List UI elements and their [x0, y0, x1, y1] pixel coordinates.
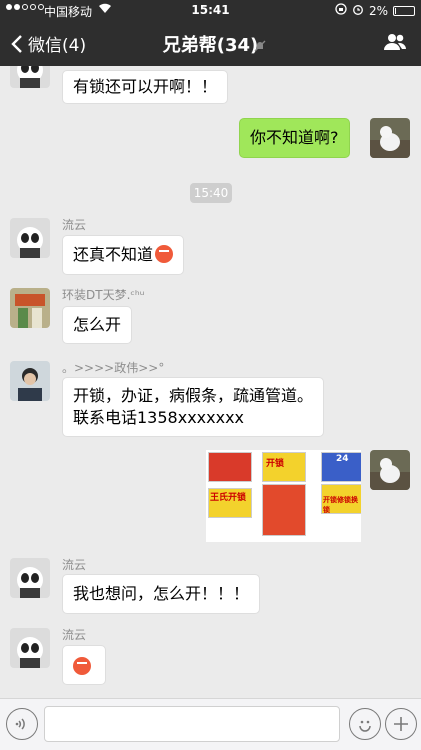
- ad-text: 开锁: [266, 459, 285, 469]
- plus-icon: [394, 717, 408, 731]
- my-avatar[interactable]: [370, 450, 410, 490]
- sender-name: 流云: [62, 558, 87, 572]
- ad-text: 开锁修锁换锁: [323, 496, 358, 514]
- sender-name: 流云: [62, 218, 87, 232]
- sender-name: 流云: [62, 628, 87, 642]
- message-bubble-mine[interactable]: 你不知道啊?: [239, 118, 350, 158]
- my-avatar[interactable]: [370, 118, 410, 158]
- smile-icon: [359, 720, 371, 732]
- ad-thumbnail: [208, 452, 252, 482]
- message-text-line: 联系电话1358xxxxxxx: [73, 408, 245, 427]
- bell-off-icon: [254, 37, 266, 56]
- emoji-icon: [155, 245, 174, 263]
- people-icon: [384, 34, 407, 50]
- voice-icon: [15, 718, 25, 730]
- avatar[interactable]: [10, 218, 50, 258]
- ad-text: 24: [336, 454, 349, 464]
- sender-name: 环装DT天梦.ᶜʰᵘ: [62, 288, 145, 302]
- message-bubble[interactable]: 还真不知道: [62, 235, 185, 275]
- avatar[interactable]: [10, 66, 50, 88]
- emoji-icon: [73, 657, 91, 675]
- image-message[interactable]: 王氏开锁 开锁 24 开锁修锁换锁: [206, 450, 361, 542]
- avatar[interactable]: [10, 361, 50, 401]
- ad-thumbnail: [262, 484, 306, 536]
- input-bar: [0, 698, 421, 750]
- navigation-bar: 微信(4) 兄弟帮(34): [0, 20, 421, 66]
- message-input[interactable]: [44, 706, 340, 742]
- plus-button[interactable]: [385, 708, 417, 740]
- ad-text: 王氏开锁: [210, 493, 247, 503]
- chat-title: 兄弟帮(34): [162, 35, 259, 56]
- status-bar: 中国移动 15:41 2%: [0, 0, 421, 20]
- message-bubble[interactable]: 有锁还可以开啊！！: [62, 70, 229, 104]
- avatar[interactable]: [10, 288, 50, 328]
- battery-icon: [393, 5, 415, 16]
- lock-rotation-icon: [335, 3, 347, 18]
- message-text: 还真不知道: [73, 245, 154, 264]
- chat-area[interactable]: 有锁还可以开啊！！ 你不知道啊? 15:40 流云 还真不知道 环装DT天梦.ᶜ…: [0, 66, 421, 698]
- avatar[interactable]: [10, 628, 50, 668]
- avatar[interactable]: [10, 558, 50, 598]
- message-bubble[interactable]: 我也想问，怎么开！！！: [62, 574, 261, 614]
- message-bubble[interactable]: [62, 645, 106, 685]
- message-bubble[interactable]: 怎么开: [62, 306, 133, 344]
- emoji-button[interactable]: [349, 708, 381, 740]
- time-divider: 15:40: [190, 183, 232, 203]
- message-bubble[interactable]: 开锁，办证，病假条，疏通管道。 联系电话1358xxxxxxx: [62, 377, 325, 437]
- alarm-icon: [352, 3, 364, 18]
- battery-percent: 2%: [368, 3, 388, 18]
- group-info-button[interactable]: [383, 32, 407, 56]
- sender-name: 。>>>>政伟>>°: [62, 361, 165, 375]
- voice-button[interactable]: [6, 708, 38, 740]
- message-text-line: 开锁，办证，病假条，疏通管道。: [73, 386, 314, 405]
